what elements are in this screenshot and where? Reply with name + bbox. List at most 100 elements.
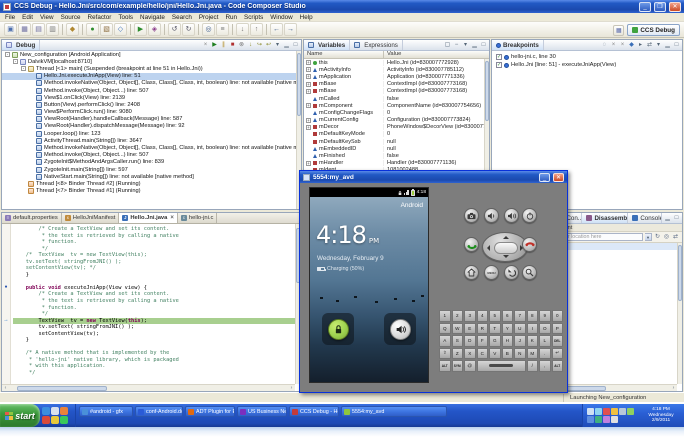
phone-screen[interactable]: 4:18 Android 4:18 PM Wednesday, February … bbox=[309, 187, 429, 383]
media-player-icon[interactable] bbox=[60, 407, 68, 415]
vol-down-button[interactable] bbox=[484, 208, 499, 223]
debug-tree-row[interactable]: Looper.loop() line: 123 bbox=[2, 130, 296, 137]
safely-remove-icon[interactable] bbox=[611, 416, 618, 423]
scrollbar-thumb[interactable] bbox=[678, 245, 682, 302]
back-button[interactable] bbox=[504, 265, 519, 280]
tray-clock[interactable]: 4:18 PM Wednesday 2/9/2011 bbox=[641, 407, 681, 424]
breakpoint-item[interactable]: ✓ Hello.Jni [line: 51] - executeJniApp(Vi… bbox=[492, 61, 682, 69]
sound-slider[interactable] bbox=[384, 313, 416, 345]
search-button[interactable] bbox=[522, 265, 537, 280]
key-j[interactable]: J bbox=[514, 335, 526, 347]
variable-row[interactable]: + mActivityInfo ActivityInfo (id=830007785… bbox=[304, 66, 484, 73]
key-z[interactable]: Z bbox=[451, 347, 463, 359]
chevron-down-icon[interactable]: ▾ bbox=[645, 233, 652, 241]
unlock-slider[interactable] bbox=[322, 313, 354, 345]
perspective-ccs-debug[interactable]: CCS Debug bbox=[627, 24, 680, 36]
variable-row[interactable]: mDefaultKeySsb null bbox=[304, 138, 484, 145]
key-0[interactable]: 0 bbox=[551, 310, 563, 322]
variable-row[interactable]: mDefaultKeyMode 0 bbox=[304, 131, 484, 138]
max-icon[interactable]: □ bbox=[673, 41, 680, 49]
next-icon[interactable]: ↓ bbox=[236, 23, 249, 36]
task-button[interactable]: conf-Android.doc - ... bbox=[135, 406, 183, 417]
variable-row[interactable]: + mBase ContextImpl (id=830007773168) bbox=[304, 81, 484, 88]
start-button[interactable]: start bbox=[0, 404, 40, 427]
show-supported-icon[interactable]: ◆ bbox=[628, 41, 635, 49]
run-icon[interactable]: ▶ bbox=[134, 23, 147, 36]
antivirus-icon[interactable] bbox=[603, 408, 610, 415]
key-8[interactable]: 8 bbox=[526, 310, 538, 322]
close-icon[interactable]: × bbox=[170, 215, 174, 221]
variable-row[interactable]: mConfigChangeFlags 0 bbox=[304, 109, 484, 116]
key-6[interactable]: 6 bbox=[501, 310, 513, 322]
back-icon[interactable]: ← bbox=[270, 23, 283, 36]
key-v[interactable]: V bbox=[489, 347, 501, 359]
sync-icon[interactable] bbox=[587, 416, 594, 423]
key-t[interactable]: T bbox=[489, 322, 501, 334]
breakpoint-item[interactable]: ✓ hello-jni.c, line 30 bbox=[492, 53, 682, 61]
home-button[interactable] bbox=[464, 265, 479, 280]
menu-item-refactor[interactable]: Refactor bbox=[88, 14, 112, 21]
variable-row[interactable]: + mDecor PhoneWindow$DecorView (id=8300077… bbox=[304, 124, 484, 131]
key-k[interactable]: K bbox=[526, 335, 538, 347]
key-@[interactable]: @ bbox=[464, 360, 476, 372]
key-sym[interactable]: SYM bbox=[451, 360, 463, 372]
save-all-icon[interactable]: ▤ bbox=[32, 23, 45, 36]
collapse-icon[interactable]: − bbox=[453, 41, 460, 49]
refresh-icon[interactable]: ↻ bbox=[654, 233, 661, 241]
call-button[interactable] bbox=[464, 237, 479, 252]
new-icon[interactable]: ▣ bbox=[4, 23, 17, 36]
debug-tree-row[interactable]: View$1.onClick(View) line: 2139 bbox=[2, 94, 296, 101]
key-l[interactable]: L bbox=[539, 335, 551, 347]
editor-tab-hellojnimanifest[interactable]: x HelloJniManifest bbox=[61, 213, 120, 223]
key-b[interactable]: B bbox=[501, 347, 513, 359]
max-icon[interactable]: □ bbox=[480, 41, 487, 49]
debug-tree-row[interactable]: ZygoteInit$MethodAndArgsCaller.run() lin… bbox=[2, 159, 296, 166]
key-x[interactable]: X bbox=[464, 347, 476, 359]
task-button[interactable]: US Business News - L... bbox=[237, 406, 287, 417]
key-d[interactable]: D bbox=[464, 335, 476, 347]
task-button[interactable]: CCS Debug - Hello.Jni... bbox=[289, 406, 339, 417]
expand-icon[interactable]: + bbox=[306, 60, 311, 66]
emulator-minimize-button[interactable]: _ bbox=[539, 172, 550, 182]
key-2[interactable]: 2 bbox=[451, 310, 463, 322]
variable-row[interactable]: + mComponent ComponentName (id=83000775465… bbox=[304, 102, 484, 109]
disassembly-hscrollbar[interactable]: ‹ › bbox=[551, 384, 677, 391]
key-m[interactable]: M bbox=[526, 347, 538, 359]
lock-icon[interactable]: ◆ bbox=[66, 23, 79, 36]
usb-device-icon[interactable] bbox=[619, 408, 626, 415]
key-space[interactable] bbox=[476, 360, 526, 372]
scrollbar-thumb[interactable] bbox=[297, 53, 301, 117]
debug-tree-row[interactable]: ActivityThread.main(String[]) line: 3647 bbox=[2, 137, 296, 144]
expand-icon[interactable]: + bbox=[306, 74, 311, 80]
firefox-icon[interactable] bbox=[42, 416, 50, 424]
key-a[interactable]: A bbox=[439, 335, 451, 347]
key-o[interactable]: O bbox=[539, 322, 551, 334]
battery-icon[interactable] bbox=[627, 408, 634, 415]
menu-item-scripts[interactable]: Scripts bbox=[244, 14, 263, 21]
key-⇧[interactable]: ⇧ bbox=[439, 347, 451, 359]
key-.[interactable]: . bbox=[539, 347, 551, 359]
menu-item-project[interactable]: Project bbox=[199, 14, 219, 21]
task-button[interactable]: #android - gfx bbox=[79, 406, 133, 417]
close-button[interactable]: ✕ bbox=[669, 1, 681, 12]
print-icon[interactable]: ▥ bbox=[46, 23, 59, 36]
variable-row[interactable]: mEmbeddedID null bbox=[304, 145, 484, 152]
expand-icon[interactable]: + bbox=[306, 81, 311, 87]
vol-up-button[interactable] bbox=[504, 208, 519, 223]
disassembly-body[interactable] bbox=[551, 243, 677, 384]
menu-icon[interactable]: ▾ bbox=[462, 41, 469, 49]
skip-all-icon[interactable]: ◌ bbox=[601, 41, 608, 49]
menu-item-edit[interactable]: Edit bbox=[22, 14, 33, 21]
key-/[interactable]: / bbox=[526, 360, 538, 372]
terminate-icon[interactable]: ■ bbox=[229, 41, 236, 49]
menu-item-run[interactable]: Run bbox=[225, 14, 237, 21]
key-n[interactable]: N bbox=[514, 347, 526, 359]
debug-tree-row[interactable]: ViewRoot(Handler).dispatchMessage(Messag… bbox=[2, 123, 296, 130]
debug-tree-row[interactable]: Thread [<8> Binder Thread #2] (Running) bbox=[2, 180, 296, 187]
key-i[interactable]: I bbox=[526, 322, 538, 334]
breakpoint-checkbox[interactable]: ✓ bbox=[496, 54, 502, 60]
debug-tree-row[interactable]: ZygoteInit.main(String[]) line: 597 bbox=[2, 166, 296, 173]
debug-tree-row[interactable]: - DalvikVM[localhost:8710] bbox=[2, 58, 296, 65]
current-line-marker-icon[interactable]: → bbox=[2, 317, 10, 323]
min-icon[interactable]: ▁ bbox=[283, 41, 290, 49]
